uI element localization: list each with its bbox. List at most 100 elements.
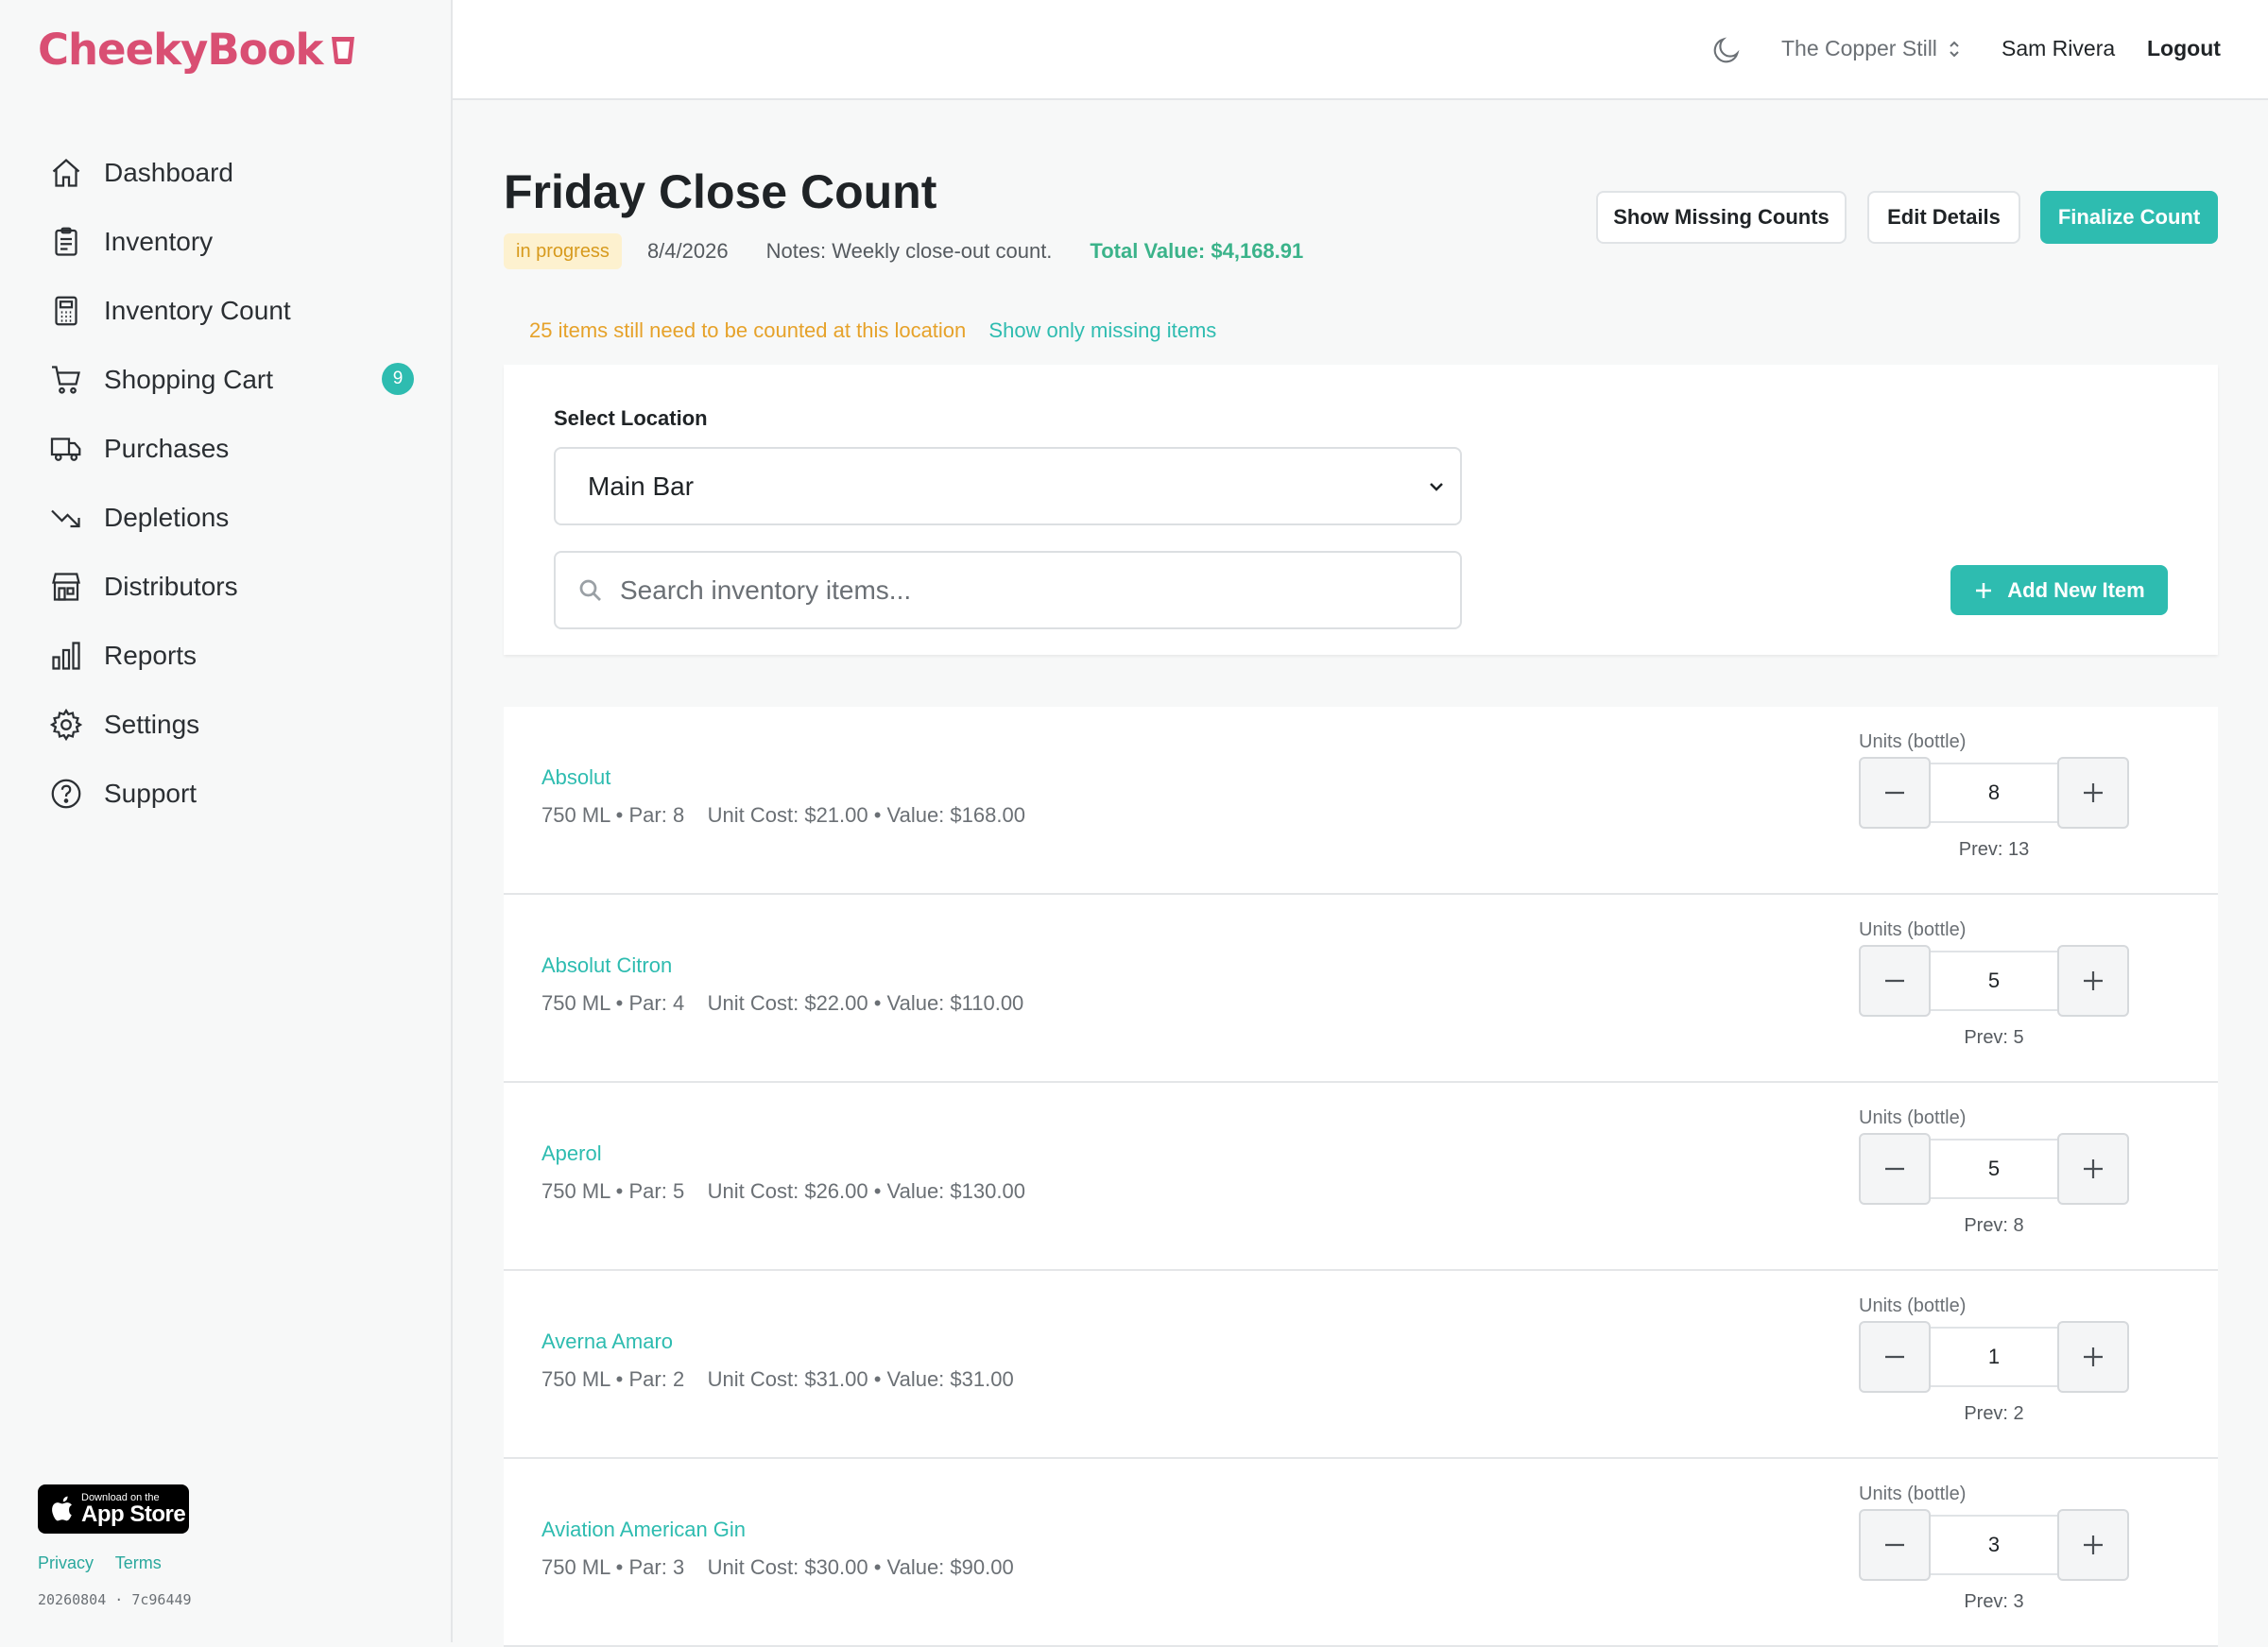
cup-icon — [332, 36, 355, 64]
gear-icon — [47, 706, 85, 744]
app-store-big-text: App Store — [81, 1501, 186, 1527]
sidebar-item-shopping-cart[interactable]: Shopping Cart 9 — [0, 345, 451, 414]
plus-icon — [2084, 1535, 2103, 1554]
quantity-stepper: 5 — [1859, 1133, 2129, 1205]
sidebar-item-settings[interactable]: Settings — [0, 690, 451, 759]
missing-items-text: 25 items still need to be counted at thi… — [529, 318, 967, 342]
increment-button[interactable] — [2057, 757, 2129, 829]
minus-icon — [1885, 1167, 1904, 1171]
trending-down-icon — [47, 499, 85, 537]
increment-button[interactable] — [2057, 945, 2129, 1017]
decrement-button[interactable] — [1859, 757, 1931, 829]
unit-label: Units (bottle) — [1859, 1484, 1967, 1504]
search-icon — [579, 579, 601, 601]
unit-label: Units (bottle) — [1859, 731, 1967, 752]
previous-count: Prev: 3 — [1964, 1591, 2024, 1612]
edit-details-button[interactable]: Edit Details — [1867, 191, 2020, 244]
list-item: Absolut Citron 750 ML • Par: 4 Unit Cost… — [504, 895, 2218, 1083]
unit-label: Units (bottle) — [1859, 1295, 1967, 1316]
quantity-stepper: 5 — [1859, 945, 2129, 1017]
sidebar-item-label: Purchases — [104, 433, 230, 463]
terms-link[interactable]: Terms — [115, 1553, 162, 1572]
missing-items-warning: 25 items still need to be counted at thi… — [529, 318, 1216, 343]
count-date: 8/4/2026 — [646, 239, 729, 263]
sidebar-item-distributors[interactable]: Distributors — [0, 552, 451, 621]
item-name-link[interactable]: Absolut Citron — [541, 953, 672, 978]
moon-icon[interactable] — [1710, 34, 1743, 66]
app-store-text: Download on the App Store — [81, 1492, 186, 1527]
decrement-button[interactable] — [1859, 1321, 1931, 1393]
search-input[interactable] — [618, 574, 1397, 607]
quantity-input[interactable]: 1 — [1931, 1327, 2057, 1387]
plus-icon — [1976, 582, 1992, 598]
previous-count: Prev: 2 — [1964, 1403, 2024, 1424]
apple-icon — [52, 1496, 72, 1521]
legal-links: Privacy Terms — [38, 1553, 179, 1573]
sidebar-item-support[interactable]: Support — [0, 759, 451, 828]
item-name-link[interactable]: Aperol — [541, 1141, 602, 1166]
decrement-button[interactable] — [1859, 1133, 1931, 1205]
sidebar-item-purchases[interactable]: Purchases — [0, 414, 451, 483]
sidebar-item-label: Reports — [104, 640, 198, 670]
item-name-link[interactable]: Aviation American Gin — [541, 1518, 746, 1542]
top-bar: The Copper Still Sam Rivera Logout — [453, 0, 2268, 100]
add-new-item-button[interactable]: Add New Item — [1950, 565, 2168, 615]
sidebar-item-inventory[interactable]: Inventory — [0, 207, 451, 276]
increment-button[interactable] — [2057, 1133, 2129, 1205]
previous-count: Prev: 5 — [1964, 1027, 2024, 1048]
quantity-input[interactable]: 5 — [1931, 1139, 2057, 1199]
quantity-stepper: 1 — [1859, 1321, 2129, 1393]
plus-icon — [2084, 1347, 2103, 1366]
quantity-input[interactable]: 5 — [1931, 951, 2057, 1011]
item-name-link[interactable]: Averna Amaro — [541, 1330, 673, 1354]
search-field[interactable] — [554, 551, 1462, 629]
minus-icon — [1885, 791, 1904, 795]
app-store-badge[interactable]: Download on the App Store — [38, 1484, 189, 1534]
venue-selector[interactable]: The Copper Still — [1781, 36, 1962, 61]
sidebar-item-inventory-count[interactable]: Inventory Count — [0, 276, 451, 345]
item-details: 750 ML • Par: 3 Unit Cost: $30.00 • Valu… — [541, 1555, 1014, 1579]
bar-chart-icon — [47, 637, 85, 675]
show-missing-items-link[interactable]: Show only missing items — [988, 318, 1216, 342]
count-meta: in progress 8/4/2026 Notes: Weekly close… — [504, 233, 1303, 269]
decrement-button[interactable] — [1859, 945, 1931, 1017]
logout-link[interactable]: Logout — [2147, 36, 2221, 61]
increment-button[interactable] — [2057, 1321, 2129, 1393]
sidebar-item-reports[interactable]: Reports — [0, 621, 451, 690]
question-icon — [47, 775, 85, 813]
sidebar-item-dashboard[interactable]: Dashboard — [0, 138, 451, 207]
location-selected-value: Main Bar — [588, 471, 695, 501]
brand-logo[interactable]: CheekyBook — [38, 25, 356, 75]
sidebar: CheekyBook Dashboard Inventory Inventory… — [0, 0, 453, 1642]
decrement-button[interactable] — [1859, 1509, 1931, 1581]
minus-icon — [1885, 1355, 1904, 1359]
list-item: Averna Amaro 750 ML • Par: 2 Unit Cost: … — [504, 1271, 2218, 1459]
location-select[interactable]: Main Bar — [554, 447, 1462, 525]
sidebar-item-label: Inventory Count — [104, 295, 291, 325]
quantity-input[interactable]: 3 — [1931, 1515, 2057, 1575]
plus-icon — [2084, 1159, 2103, 1178]
sidebar-item-label: Settings — [104, 709, 200, 739]
sidebar-item-depletions[interactable]: Depletions — [0, 483, 451, 552]
list-item: Aperol 750 ML • Par: 5 Unit Cost: $26.00… — [504, 1083, 2218, 1271]
minus-icon — [1885, 1543, 1904, 1547]
finalize-count-button[interactable]: Finalize Count — [2040, 191, 2218, 244]
previous-count: Prev: 13 — [1958, 839, 2030, 860]
privacy-link[interactable]: Privacy — [38, 1553, 94, 1572]
status-badge: in progress — [504, 233, 622, 269]
quantity-input[interactable]: 8 — [1931, 763, 2057, 823]
show-missing-counts-button[interactable]: Show Missing Counts — [1596, 191, 1847, 244]
minus-icon — [1885, 979, 1904, 983]
increment-button[interactable] — [2057, 1509, 2129, 1581]
store-icon — [47, 568, 85, 606]
chevron-up-down-icon — [1950, 41, 1959, 57]
page-title: Friday Close Count — [504, 165, 937, 218]
clipboard-icon — [47, 223, 85, 261]
sidebar-item-label: Depletions — [104, 502, 230, 532]
item-name-link[interactable]: Absolut — [541, 765, 610, 790]
sidebar-item-label: Dashboard — [104, 157, 233, 187]
user-name[interactable]: Sam Rivera — [2002, 36, 2115, 61]
add-new-item-label: Add New Item — [2007, 577, 2145, 602]
quantity-stepper: 3 — [1859, 1509, 2129, 1581]
item-details: 750 ML • Par: 2 Unit Cost: $31.00 • Valu… — [541, 1367, 1014, 1391]
